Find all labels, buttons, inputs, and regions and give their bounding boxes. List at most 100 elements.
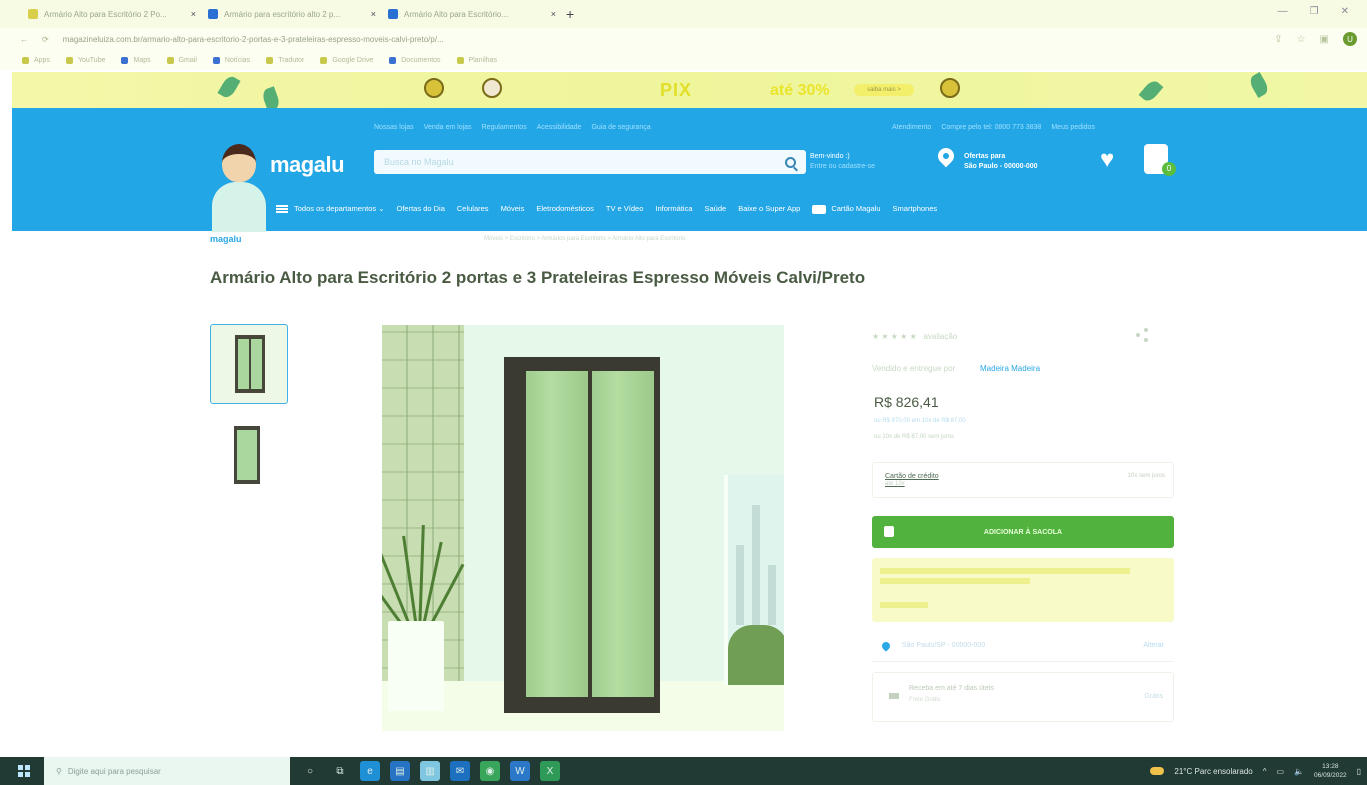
reload-icon[interactable]: ⟳ — [42, 35, 49, 44]
location-value: São Paulo - 00000-000 — [964, 163, 1038, 170]
plant — [382, 525, 465, 636]
bookmark-item[interactable]: Gmail — [166, 56, 197, 64]
shipping-option[interactable]: Receba em até 7 dias úteis Frete Grátis … — [872, 672, 1174, 722]
credit-card-link[interactable]: Cartão de crédito até 10x — [885, 473, 939, 487]
edge-icon[interactable]: e — [360, 761, 380, 781]
profile-avatar[interactable]: U — [1343, 32, 1357, 46]
clock[interactable]: 13:28 06/09/2022 — [1314, 762, 1347, 780]
product-thumbnail-selected[interactable] — [210, 324, 288, 404]
browser-tab[interactable]: Armário para escritório alto 2 p... × — [202, 4, 382, 24]
card-sub: até 10x — [885, 481, 905, 487]
star-icon[interactable]: ☆ — [1297, 34, 1306, 45]
tray-arrow-icon[interactable]: ^ — [1263, 767, 1267, 776]
store-icon[interactable]: ▤ — [390, 761, 410, 781]
explorer-icon[interactable]: ▥ — [420, 761, 440, 781]
top-link[interactable]: Compre pelo tel: 0800 773 3838 — [941, 124, 1041, 131]
banner-cta[interactable]: saiba mais > — [854, 84, 914, 96]
location-label: Ofertas para — [964, 153, 1006, 160]
top-link[interactable]: Regulamentos — [482, 124, 527, 131]
task-view-icon[interactable]: ⧉ — [330, 761, 350, 781]
tab-label: Armário Alto para Escritório... — [404, 9, 509, 19]
restore-icon[interactable]: ❐ — [1310, 6, 1319, 17]
location-selector[interactable]: Ofertas para São Paulo - 00000-000 — [964, 152, 1038, 172]
bookmark-item[interactable]: Planilhas — [456, 56, 497, 64]
card-terms: 10x sem juros — [1127, 473, 1165, 479]
close-tab-icon[interactable]: × — [371, 9, 376, 19]
chrome-icon[interactable]: ◉ — [480, 761, 500, 781]
nav-item[interactable]: Saúde — [705, 204, 727, 213]
windows-start-icon[interactable] — [18, 765, 30, 777]
share-icon[interactable]: ⇪ — [1274, 34, 1282, 45]
add-to-bag-button[interactable]: ADICIONAR À SACOLA — [872, 516, 1174, 548]
close-tab-icon[interactable]: × — [551, 9, 556, 19]
heart-icon[interactable]: ♥ — [1100, 148, 1114, 172]
close-tab-icon[interactable]: × — [191, 9, 196, 19]
bookmark-item[interactable]: Maps — [121, 56, 151, 64]
top-link[interactable]: Meus pedidos — [1051, 124, 1095, 131]
top-link[interactable]: Atendimento — [892, 124, 931, 131]
top-link[interactable]: Nossas lojas — [374, 124, 414, 131]
nav-item-cartao[interactable]: Cartão Magalu — [812, 204, 881, 214]
top-link[interactable]: Guia de segurança — [591, 124, 650, 131]
product-main-image[interactable] — [382, 325, 784, 731]
browser-tab[interactable]: Armário Alto para Escritório... × — [382, 4, 562, 24]
seller-link[interactable]: Madeira Madeira — [980, 364, 1040, 373]
nav-item[interactable]: Informática — [655, 204, 692, 213]
bookmark-item[interactable]: Notícias — [212, 56, 251, 64]
bookmark-label: Apps — [34, 56, 50, 64]
network-icon[interactable]: ▭ — [1277, 767, 1285, 776]
top-links-right: Atendimento Compre pelo tel: 0800 773 38… — [892, 124, 1095, 131]
excel-icon[interactable]: X — [540, 761, 560, 781]
back-icon[interactable]: ← — [20, 35, 28, 44]
mail-icon[interactable]: ✉ — [450, 761, 470, 781]
minimize-icon[interactable]: — — [1278, 6, 1288, 17]
login-link[interactable]: Bem-vindo :) Entre ou cadastre-se — [810, 152, 875, 172]
search-input[interactable]: Busca no Magalu — [374, 150, 806, 174]
top-link[interactable]: Venda em lojas — [424, 124, 472, 131]
magalu-logo[interactable]: magalu — [270, 152, 345, 178]
breadcrumb-logo[interactable]: magalu — [210, 234, 242, 244]
bag-icon — [884, 526, 894, 537]
extensions-icon[interactable]: ▣ — [1320, 34, 1329, 45]
bookmark-item[interactable]: YouTube — [65, 56, 105, 64]
nav-item[interactable]: Móveis — [501, 204, 525, 213]
new-tab-icon[interactable]: + — [566, 6, 574, 22]
url-field[interactable]: magazineluiza.com.br/armario-alto-para-e… — [63, 35, 444, 44]
favicon-icon — [28, 9, 38, 19]
breadcrumb[interactable]: Móveis > Escritório > Armários para Escr… — [484, 236, 685, 242]
cortana-icon[interactable]: ○ — [300, 761, 320, 781]
bookmark-item[interactable]: Apps — [22, 56, 50, 64]
promo-banner[interactable]: PIX até 30% saiba mais > — [12, 72, 1367, 108]
bookmark-label: Notícias — [224, 56, 251, 64]
bookmark-icon — [320, 56, 328, 64]
nav-item[interactable]: Celulares — [457, 204, 489, 213]
change-cep-link[interactable]: Alterar — [1143, 642, 1164, 649]
nav-item[interactable]: Smartphones — [893, 204, 938, 213]
bookmark-item[interactable]: Documentos — [389, 56, 441, 64]
nav-item[interactable]: Eletrodomésticos — [536, 204, 594, 213]
product-thumbnail[interactable] — [230, 424, 264, 486]
nav-item[interactable]: Ofertas do Dia — [397, 204, 445, 213]
pix-promo-text: PIX — [660, 80, 693, 100]
volume-icon[interactable]: 🔈 — [1294, 767, 1304, 776]
nav-item[interactable]: TV e Vídeo — [606, 204, 644, 213]
nav-all-departments[interactable]: Todos os departamentos ⌄ — [276, 204, 385, 214]
bookmark-item[interactable]: Tradutor — [266, 56, 304, 64]
browser-tab[interactable]: Armário Alto para Escritório 2 Po... × — [22, 4, 202, 24]
share-icon[interactable] — [1136, 328, 1150, 342]
bookmark-label: Planilhas — [468, 56, 497, 64]
word-icon[interactable]: W — [510, 761, 530, 781]
notifications-icon[interactable]: ▯ — [1357, 767, 1361, 776]
rating[interactable]: ★ ★ ★ ★ ★ avaliação — [872, 332, 957, 341]
top-link[interactable]: Acessibilidade — [537, 124, 582, 131]
nav-item[interactable]: Baixe o Super App — [738, 204, 800, 213]
payment-option[interactable]: Cartão de crédito até 10x 10x sem juros — [872, 462, 1174, 498]
cart-icon[interactable]: 0 — [1144, 144, 1176, 176]
bookmark-item[interactable]: Google Drive — [320, 56, 373, 64]
bookmark-icon — [266, 56, 274, 64]
close-window-icon[interactable]: ✕ — [1341, 6, 1349, 17]
emoji-decoration — [940, 78, 960, 98]
search-icon[interactable] — [785, 156, 796, 168]
weather-text[interactable]: 21°C Parc ensolarado — [1174, 767, 1252, 776]
taskbar-search[interactable]: ⚲ Digite aqui para pesquisar — [44, 757, 290, 785]
